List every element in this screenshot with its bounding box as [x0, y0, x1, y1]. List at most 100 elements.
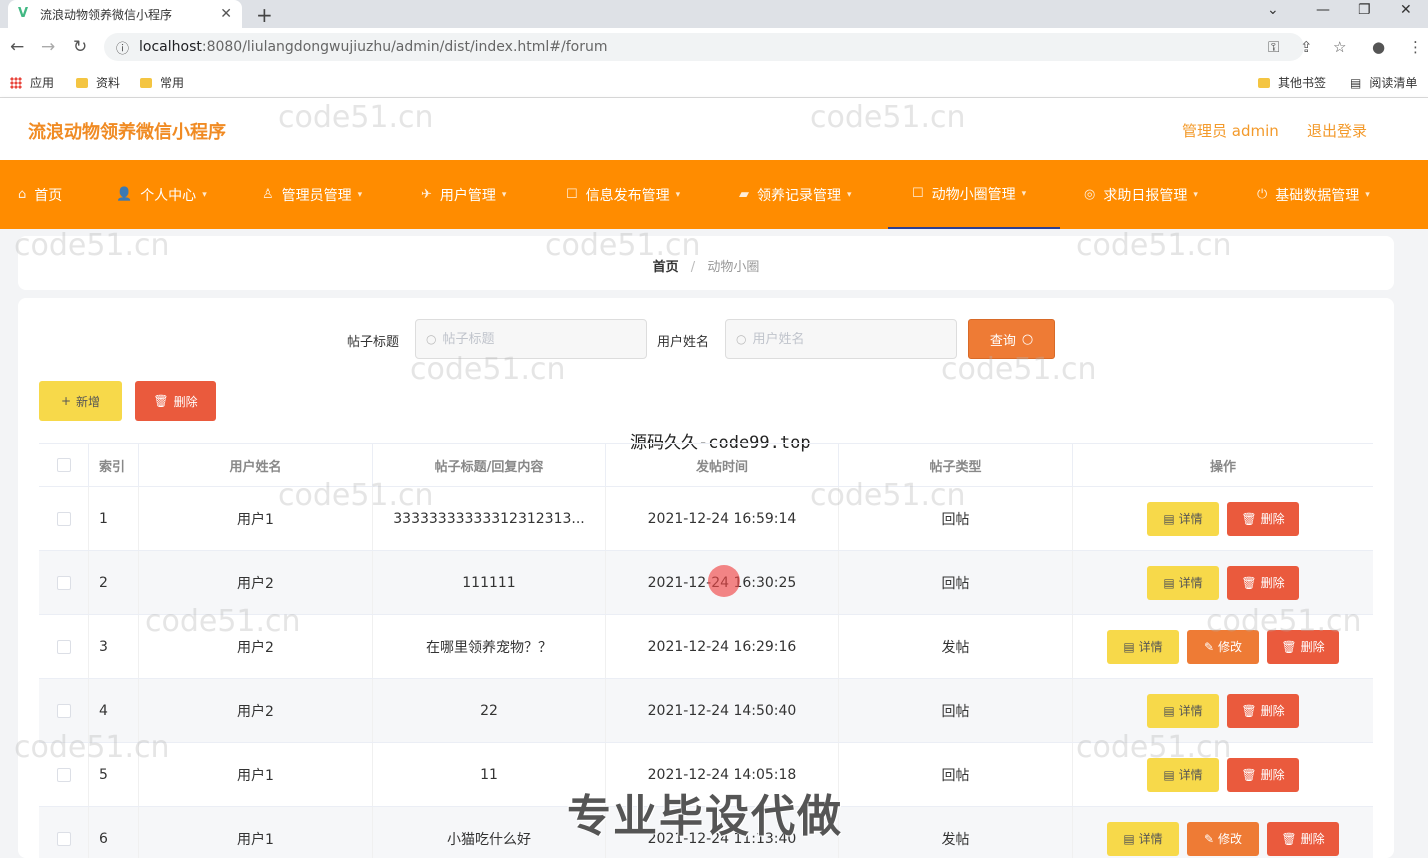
- click-indicator: [708, 565, 740, 597]
- reload-icon[interactable]: ↻: [73, 37, 87, 57]
- site-info-icon[interactable]: ⓘ: [116, 38, 129, 57]
- checkbox[interactable]: [56, 575, 71, 590]
- logout-link[interactable]: 退出登录: [1307, 120, 1367, 141]
- url-host: localhost: [139, 39, 202, 55]
- delete-button[interactable]: 🗑 删除: [1267, 629, 1339, 664]
- row-select[interactable]: [39, 615, 89, 678]
- detail-button[interactable]: ▤ 详情: [1147, 757, 1219, 792]
- edit-button[interactable]: ✎ 修改: [1187, 629, 1259, 664]
- cell-time: 2021-12-24 14:50:40: [606, 679, 839, 742]
- data-icon: ⏻: [1257, 187, 1268, 202]
- delete-button[interactable]: 🗑 删除: [1267, 821, 1339, 856]
- detail-button[interactable]: ▤ 详情: [1147, 693, 1219, 728]
- delete-button[interactable]: 🗑 删除: [1227, 757, 1299, 792]
- key-icon[interactable]: ⚿: [1268, 38, 1279, 56]
- menu-item-forum[interactable]: ☐ 动物小圈管理 ▾: [888, 160, 1060, 229]
- cell-title: 111111: [373, 551, 606, 614]
- admin-label: 管理员 admin: [1182, 122, 1279, 140]
- minimize-icon[interactable]: —: [1316, 2, 1330, 18]
- trash-icon: 🗑: [1241, 511, 1257, 526]
- menu-item-profile[interactable]: 👤 个人中心 ▾: [116, 160, 207, 229]
- cell-type: 回帖: [839, 487, 1073, 550]
- cell-index: 1: [89, 487, 139, 550]
- detail-button[interactable]: ▤ 详情: [1107, 821, 1179, 856]
- add-button-label: 新增: [76, 394, 101, 409]
- reading-list-icon: ▤: [1350, 75, 1362, 90]
- forward-icon[interactable]: →: [41, 37, 55, 57]
- search-icon: ○: [736, 332, 747, 346]
- delete-label: 删除: [1260, 768, 1285, 782]
- checkbox[interactable]: [56, 831, 71, 846]
- row-select[interactable]: [39, 743, 89, 806]
- detail-button[interactable]: ▤ 详情: [1147, 501, 1219, 536]
- row-select[interactable]: [39, 679, 89, 742]
- user-search-input[interactable]: ○: [725, 319, 957, 359]
- chevron-down-icon: ▾: [675, 189, 681, 200]
- title-search-field[interactable]: [442, 331, 633, 347]
- header-select-all[interactable]: [39, 444, 89, 486]
- delete-button-label: 删除: [173, 394, 198, 409]
- detail-button[interactable]: ▤ 详情: [1147, 565, 1219, 600]
- menu-item-info[interactable]: ☐ 信息发布管理 ▾: [566, 160, 680, 229]
- cell-user: 用户2: [139, 551, 373, 614]
- tab-search-icon[interactable]: ⌄: [1267, 2, 1279, 18]
- back-icon[interactable]: ←: [10, 37, 24, 57]
- row-select[interactable]: [39, 807, 89, 858]
- menu-item-adoption[interactable]: ▰ 领养记录管理 ▾: [739, 160, 852, 229]
- bookmark-folder-materials[interactable]: 资料: [76, 74, 120, 91]
- delete-button[interactable]: 🗑 删除: [1227, 501, 1299, 536]
- cell-user: 用户1: [139, 743, 373, 806]
- detail-button[interactable]: ▤ 详情: [1107, 629, 1179, 664]
- menu-dots-icon[interactable]: ⋮: [1408, 38, 1423, 56]
- edit-button[interactable]: ✎ 修改: [1187, 821, 1259, 856]
- browser-tab[interactable]: V 流浪动物领养微信小程序 ✕: [8, 0, 242, 28]
- checkbox[interactable]: [56, 767, 71, 782]
- menu-label: 基础数据管理: [1275, 187, 1360, 204]
- cell-time: 2021-12-24 16:59:14: [606, 487, 839, 550]
- profile-icon[interactable]: ●: [1372, 38, 1385, 56]
- cell-title: 在哪里领养宠物？？: [373, 615, 606, 678]
- help-icon: ◎: [1084, 187, 1096, 202]
- cell-ops: ▤ 详情 ✎ 修改 🗑 删除: [1073, 807, 1373, 858]
- new-tab-icon[interactable]: +: [256, 3, 273, 27]
- close-tab-icon[interactable]: ✕: [220, 6, 232, 22]
- url-field[interactable]: ⓘ localhost :8080/liulangdongwujiuzhu/ad…: [104, 33, 1304, 61]
- user-search-field[interactable]: [752, 331, 943, 347]
- add-button[interactable]: + 新增: [39, 381, 122, 421]
- menu-item-home[interactable]: ⌂ 首页: [18, 160, 62, 229]
- reading-list[interactable]: ▤ 阅读清单: [1350, 74, 1417, 91]
- bookmark-apps[interactable]: 应用: [10, 74, 54, 91]
- query-button[interactable]: 查询 ○: [968, 319, 1055, 359]
- menu-label: 动物小圈管理: [931, 186, 1016, 203]
- checkbox[interactable]: [56, 703, 71, 718]
- menu-item-users[interactable]: ✈ 用户管理 ▾: [421, 160, 506, 229]
- cell-time: 2021-12-24 16:29:16: [606, 615, 839, 678]
- url-path: :8080/liulangdongwujiuzhu/admin/dist/ind…: [201, 39, 608, 55]
- star-icon[interactable]: ☆: [1333, 38, 1346, 56]
- row-select[interactable]: [39, 487, 89, 550]
- menu-item-help[interactable]: ◎ 求助日报管理 ▾: [1084, 160, 1198, 229]
- row-select[interactable]: [39, 551, 89, 614]
- query-button-label: 查询: [989, 333, 1016, 349]
- apps-grid-icon: [10, 76, 22, 89]
- share-icon[interactable]: ⇪: [1300, 38, 1313, 56]
- delete-button[interactable]: 🗑 删除: [1227, 693, 1299, 728]
- title-search-input[interactable]: ○: [415, 319, 647, 359]
- delete-button[interactable]: 🗑 删除: [1227, 565, 1299, 600]
- close-window-icon[interactable]: ✕: [1400, 2, 1412, 18]
- checkbox[interactable]: [56, 511, 71, 526]
- checkbox[interactable]: [56, 639, 71, 654]
- promo-banner: 专业毕设代做: [567, 791, 843, 842]
- restore-icon[interactable]: ❐: [1358, 2, 1371, 18]
- menu-item-data[interactable]: ⏻ 基础数据管理 ▾: [1257, 160, 1370, 229]
- checkbox[interactable]: [56, 458, 71, 472]
- batch-delete-button[interactable]: 🗑 删除: [135, 381, 216, 421]
- breadcrumb-home[interactable]: 首页: [653, 260, 679, 275]
- bookmark-folder-other[interactable]: 其他书签: [1258, 74, 1326, 91]
- header-user: 用户姓名: [139, 444, 373, 486]
- menu-item-admin[interactable]: ♙ 管理员管理 ▾: [262, 160, 362, 229]
- chevron-down-icon: ▾: [1193, 189, 1198, 200]
- bookmark-folder-common[interactable]: 常用: [140, 74, 184, 91]
- trash-icon: 🗑: [1281, 831, 1297, 846]
- chevron-down-icon: ▾: [501, 189, 507, 200]
